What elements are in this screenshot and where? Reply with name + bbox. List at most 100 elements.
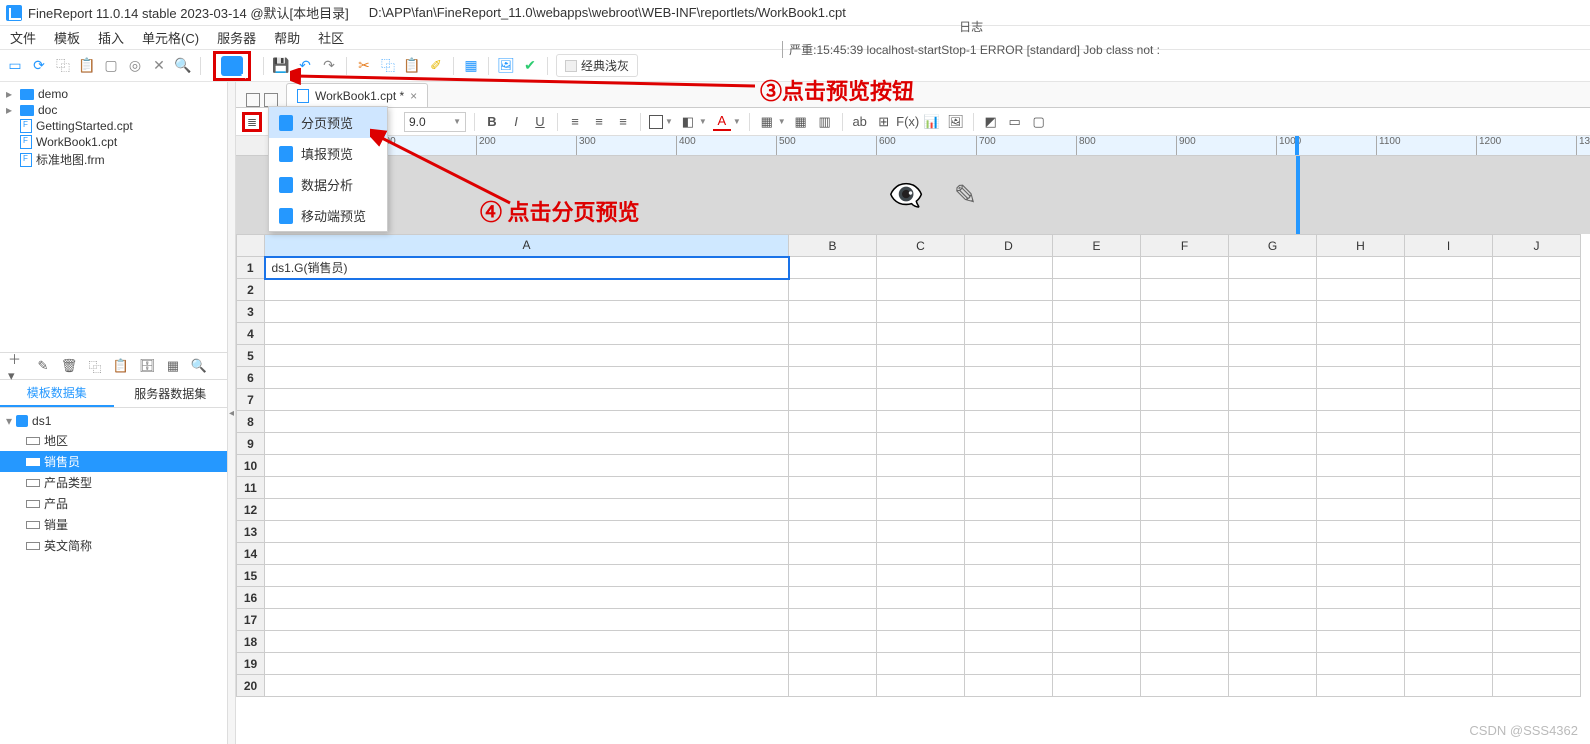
- dataset-tree[interactable]: ▾ds1 地区 销售员 产品类型 产品 销量 英文简称: [0, 408, 227, 560]
- font-size-select[interactable]: 9.0▼: [404, 112, 466, 132]
- merge-cells[interactable]: ▦▼: [758, 113, 786, 131]
- tree-folder: ▸doc: [0, 102, 227, 118]
- check-icon[interactable]: ✔: [521, 57, 539, 75]
- edit-icon[interactable]: ✎: [954, 179, 977, 212]
- dataset-column: 销量: [0, 514, 227, 535]
- file-tree[interactable]: ▸demo ▸doc GettingStarted.cpt WorkBook1.…: [0, 82, 227, 352]
- dataset-toolbar: ＋▾ ✎ 🗑 ⿻ 📋 🗄 ▦ 🔍: [0, 352, 227, 380]
- subform-icon[interactable]: ▭: [1006, 113, 1024, 131]
- folder-icon: [20, 89, 34, 100]
- unmerge-icon[interactable]: ▥: [816, 113, 834, 131]
- menu-template[interactable]: 模板: [54, 28, 80, 47]
- file-icon: [20, 135, 32, 149]
- close-icon[interactable]: ✕: [150, 57, 168, 75]
- cut-icon[interactable]: ✂: [355, 57, 373, 75]
- dataset-column-selected: 销售员: [0, 451, 227, 472]
- paste-dataset-icon[interactable]: 📋: [112, 357, 130, 375]
- image-icon[interactable]: 🖼: [497, 57, 515, 75]
- preview-dropdown-trigger[interactable]: ≣: [242, 112, 262, 132]
- fill-color-select[interactable]: ◧▼: [679, 113, 707, 131]
- mobile-preview-icon: [279, 208, 293, 224]
- tree-file: GettingStarted.cpt: [0, 118, 227, 134]
- open-icon[interactable]: ▢: [102, 57, 120, 75]
- float-icon[interactable]: ▢: [1030, 113, 1048, 131]
- collapse-handle[interactable]: ◂: [228, 82, 236, 744]
- format-toolbar: ≣ 分页预览 填报预览 数据分析 移动端预览 9.0▼ B I U ≡ ≡ ≡: [236, 108, 1590, 136]
- format-painter-icon[interactable]: ✐: [427, 57, 445, 75]
- menu-file[interactable]: 文件: [10, 28, 36, 47]
- preview-ds-icon[interactable]: ▦: [164, 357, 182, 375]
- spreadsheet-grid[interactable]: ABCDEFGHIJ1ds1.G(销售员)2345678910111213141…: [236, 234, 1590, 744]
- locate-icon[interactable]: ◎: [126, 57, 144, 75]
- undo-icon[interactable]: ↶: [296, 57, 314, 75]
- number-icon[interactable]: ⊞: [875, 113, 893, 131]
- chart-icon[interactable]: 📊: [923, 113, 941, 131]
- app-title: FineReport 11.0.14 stable 2023-03-14 @默认…: [28, 3, 349, 22]
- column-icon: [26, 437, 40, 445]
- preview-form-item[interactable]: 填报预览: [269, 138, 387, 169]
- tab-label: WorkBook1.cpt *: [315, 89, 404, 103]
- search-ds-icon[interactable]: 🔍: [190, 357, 208, 375]
- preview-button[interactable]: [213, 51, 251, 81]
- paste-icon[interactable]: 📋: [78, 57, 96, 75]
- theme-swatch-icon: [565, 60, 577, 72]
- align-center-icon[interactable]: ≡: [590, 113, 608, 131]
- menu-cell[interactable]: 单元格(C): [142, 28, 199, 47]
- merge-icon[interactable]: ▦: [792, 113, 810, 131]
- tab-server-dataset[interactable]: 服务器数据集: [114, 380, 228, 407]
- align-right-icon[interactable]: ≡: [614, 113, 632, 131]
- text-icon[interactable]: ab: [851, 113, 869, 131]
- menu-community[interactable]: 社区: [318, 28, 344, 47]
- column-icon: [26, 500, 40, 508]
- preview-mobile-item[interactable]: 移动端预览: [269, 200, 387, 231]
- underline-icon[interactable]: U: [531, 113, 549, 131]
- menu-help[interactable]: 帮助: [274, 28, 300, 47]
- watermark: CSDN @SSS4362: [1469, 723, 1578, 738]
- delete-dataset-icon[interactable]: 🗑: [60, 357, 78, 375]
- editor-tab[interactable]: WorkBook1.cpt * ×: [286, 83, 428, 107]
- copy2-icon[interactable]: ⿻: [379, 57, 397, 75]
- save-icon[interactable]: 💾: [272, 57, 290, 75]
- preview-analysis-item[interactable]: 数据分析: [269, 169, 387, 200]
- file-icon: [20, 153, 32, 167]
- italic-icon[interactable]: I: [507, 113, 525, 131]
- tree-file: WorkBook1.cpt: [0, 134, 227, 150]
- edit-dataset-icon[interactable]: ✎: [34, 357, 52, 375]
- font-color-select[interactable]: A▼: [713, 113, 741, 131]
- formula-icon[interactable]: F(x): [899, 113, 917, 131]
- copy-icon[interactable]: ⿻: [54, 57, 72, 75]
- menu-insert[interactable]: 插入: [98, 28, 124, 47]
- hide-icon[interactable]: 👁‍🗨: [889, 179, 924, 212]
- log-message: :15:45:39 localhost-startStop-1 ERROR [s…: [813, 43, 1160, 57]
- log-label[interactable]: 日志: [959, 18, 983, 35]
- redo-icon[interactable]: ↷: [320, 57, 338, 75]
- tab-close-icon[interactable]: ×: [410, 89, 417, 103]
- dataset-tabs: 模板数据集 服务器数据集: [0, 380, 227, 408]
- search-icon[interactable]: 🔍: [174, 57, 192, 75]
- bold-icon[interactable]: B: [483, 113, 501, 131]
- column-icon: [26, 458, 40, 466]
- new-icon[interactable]: ▭: [6, 57, 24, 75]
- align-left-icon[interactable]: ≡: [566, 113, 584, 131]
- dataset-column: 地区: [0, 430, 227, 451]
- preview-page-item[interactable]: 分页预览: [269, 107, 387, 138]
- image-insert-icon[interactable]: 🖼: [947, 113, 965, 131]
- form-icon[interactable]: ▦: [462, 57, 480, 75]
- column-icon: [26, 542, 40, 550]
- tab-template-dataset[interactable]: 模板数据集: [0, 380, 114, 407]
- db-icon[interactable]: 🗄: [138, 357, 156, 375]
- slash-icon[interactable]: ◩: [982, 113, 1000, 131]
- layout-icon1[interactable]: [246, 93, 260, 107]
- add-dataset-icon[interactable]: ＋▾: [8, 357, 26, 375]
- folder-icon: [20, 105, 34, 116]
- column-icon: [26, 479, 40, 487]
- copy-dataset-icon[interactable]: ⿻: [86, 357, 104, 375]
- column-icon: [26, 521, 40, 529]
- paste2-icon[interactable]: 📋: [403, 57, 421, 75]
- refresh-icon[interactable]: ⟳: [30, 57, 48, 75]
- border-select[interactable]: ▼: [649, 115, 673, 129]
- analysis-preview-icon: [279, 177, 293, 193]
- menu-bar: 文件 模板 插入 单元格(C) 服务器 帮助 社区 日志 严重:15:45:39…: [0, 26, 1590, 50]
- layout-icon2[interactable]: [264, 93, 278, 107]
- menu-server[interactable]: 服务器: [217, 28, 256, 47]
